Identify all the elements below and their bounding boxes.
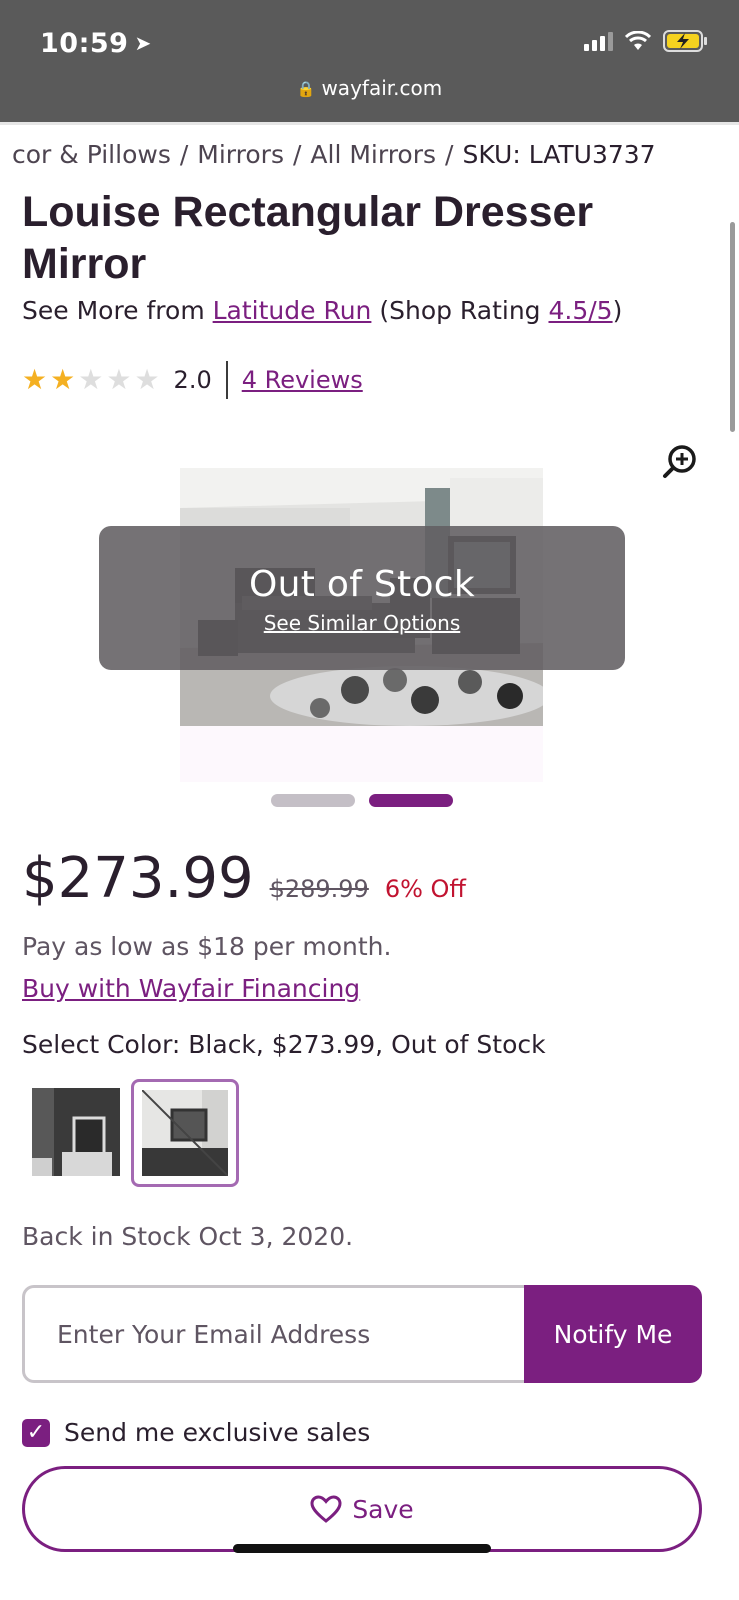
shop-rating-prefix: (Shop Rating xyxy=(371,296,549,325)
select-color-label: Select Color: Black, $273.99, Out of Sto… xyxy=(22,1030,546,1059)
color-swatch-black[interactable] xyxy=(32,1088,120,1176)
heart-icon xyxy=(310,1495,342,1523)
star-empty-icon: ★ xyxy=(78,363,104,396)
breadcrumb-separator: / xyxy=(445,140,454,169)
shop-rating-suffix: ) xyxy=(612,296,623,325)
status-bar: 10:59 ➤ 🔒 wayfair.com xyxy=(0,0,739,122)
rating-divider xyxy=(225,361,228,399)
pay-as-low-text: Pay as low as $18 per month. xyxy=(22,932,392,961)
cellular-signal-icon xyxy=(584,31,613,51)
see-more-prefix: See More from xyxy=(22,296,213,325)
notify-me-button[interactable]: Notify Me xyxy=(524,1285,702,1383)
price-row: $273.99 $289.99 6% Off xyxy=(22,846,466,911)
brand-link[interactable]: Latitude Run xyxy=(213,296,372,325)
clock-text: 10:59 xyxy=(40,28,129,59)
divider xyxy=(0,122,739,125)
star-empty-icon: ★ xyxy=(134,363,160,396)
zoom-in-icon[interactable] xyxy=(662,443,698,479)
breadcrumb-item-all-mirrors[interactable]: All Mirrors xyxy=(310,140,436,169)
carousel-indicators xyxy=(271,794,453,807)
financing-link[interactable]: Buy with Wayfair Financing xyxy=(22,974,360,1003)
shop-rating-link[interactable]: 4.5/5 xyxy=(548,296,612,325)
star-filled-icon: ★ xyxy=(50,363,76,396)
reviews-link[interactable]: 4 Reviews xyxy=(242,366,363,394)
breadcrumb-separator: / xyxy=(292,140,302,169)
carousel-dot-2[interactable] xyxy=(369,794,453,807)
home-indicator[interactable] xyxy=(233,1544,491,1553)
breadcrumb-sku: SKU: LATU3737 xyxy=(462,140,656,169)
lock-icon: 🔒 xyxy=(296,80,316,98)
breadcrumb-separator: / xyxy=(179,140,189,169)
current-price: $273.99 xyxy=(22,846,254,911)
rating-value: 2.0 xyxy=(173,366,212,394)
see-similar-options-link[interactable]: See Similar Options xyxy=(264,611,461,635)
discount-badge: 6% Off xyxy=(384,875,466,903)
star-rating: ★ ★ ★ ★ ★ xyxy=(22,366,160,394)
exclusive-sales-checkbox-row[interactable]: ✓ Send me exclusive sales xyxy=(22,1418,370,1447)
address-bar[interactable]: 🔒 wayfair.com xyxy=(0,76,739,100)
breadcrumb: cor & Pillows / Mirrors / All Mirrors / SKU: L… xyxy=(12,140,656,169)
star-filled-icon: ★ xyxy=(22,363,48,396)
color-swatch-selected[interactable] xyxy=(131,1079,239,1187)
color-swatch-image xyxy=(141,1089,229,1177)
status-icons xyxy=(584,30,709,52)
page-title: Louise Rectangular Dresser Mirror xyxy=(22,188,594,288)
out-of-stock-overlay: Out of Stock See Similar Options xyxy=(99,526,625,670)
email-input[interactable] xyxy=(22,1285,524,1383)
exclusive-sales-checkbox[interactable]: ✓ xyxy=(22,1418,50,1447)
see-more-from: See More from Latitude Run (Shop Rating … xyxy=(22,296,622,325)
breadcrumb-item-mirrors[interactable]: Mirrors xyxy=(197,140,284,169)
notify-form: Notify Me xyxy=(22,1285,702,1383)
url-text: wayfair.com xyxy=(321,76,443,100)
carousel-dot-1[interactable] xyxy=(271,794,355,807)
breadcrumb-item-decor-pillows[interactable]: cor & Pillows xyxy=(12,140,171,169)
out-of-stock-title: Out of Stock xyxy=(248,564,476,605)
star-empty-icon: ★ xyxy=(106,363,132,396)
back-in-stock-text: Back in Stock Oct 3, 2020. xyxy=(22,1222,354,1251)
location-arrow-icon: ➤ xyxy=(134,31,152,55)
wifi-icon xyxy=(625,31,651,51)
exclusive-sales-label: Send me exclusive sales xyxy=(64,1418,371,1447)
scrollbar[interactable] xyxy=(730,222,735,432)
image-bottom-fade xyxy=(180,726,543,782)
save-button[interactable]: Save xyxy=(22,1466,702,1552)
battery-charging-icon xyxy=(663,30,709,52)
rating-row: ★ ★ ★ ★ ★ 2.0 4 Reviews xyxy=(22,361,363,399)
status-time: 10:59 ➤ xyxy=(40,28,152,59)
original-price: $289.99 xyxy=(269,875,369,903)
save-label: Save xyxy=(352,1494,414,1524)
